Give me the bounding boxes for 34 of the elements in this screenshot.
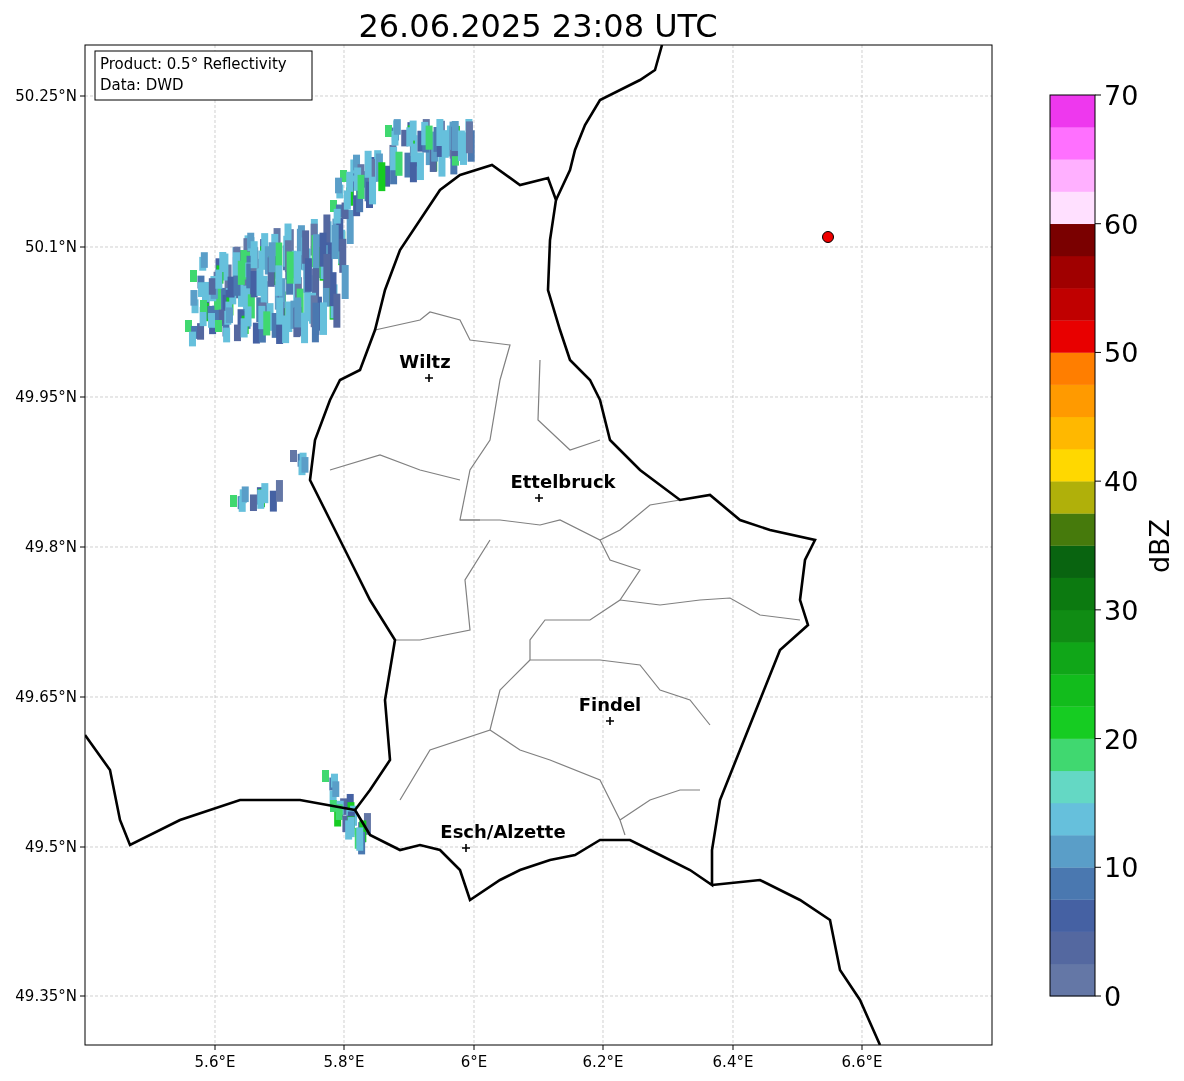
info-text: Data: DWD [100, 76, 184, 94]
latitude-label: 50.1°N [24, 238, 77, 256]
city-label: Findel [578, 694, 642, 715]
color-bar-label: 40 [1104, 466, 1139, 498]
chart-title: 26.06.2025 23:08 UTC [358, 7, 718, 45]
longitude-label: 5.6°E [194, 1053, 236, 1071]
longitude-label: 6.2°E [582, 1053, 624, 1071]
longitude-label: 6.4°E [712, 1053, 754, 1071]
radar-site-marker [822, 231, 834, 243]
city-marker [461, 843, 471, 853]
longitude-label: 6.6°E [841, 1053, 883, 1071]
latitude-label: 49.35°N [15, 987, 77, 1005]
latitude-label: 49.5°N [24, 838, 77, 856]
city-marker [534, 493, 544, 503]
color-bar-label: 10 [1104, 852, 1139, 884]
latitude-label: 49.65°N [15, 688, 77, 706]
city-label: Wiltz [399, 351, 451, 372]
city-marker [424, 373, 434, 383]
color-bar-label: 50 [1104, 337, 1139, 369]
info-text: Product: 0.5° Reflectivity [100, 55, 287, 73]
longitude-label: 6°E [460, 1053, 488, 1071]
latitude-label: 50.25°N [15, 87, 77, 105]
city-marker [605, 716, 615, 726]
color-bar-label: 0 [1104, 981, 1122, 1012]
color-bar-label: 20 [1104, 723, 1139, 755]
color-bar-label: 30 [1104, 594, 1139, 626]
city-label: Esch/Alzette [440, 821, 566, 842]
longitude-label: 5.8°E [323, 1053, 365, 1071]
color-bar-label: 70 [1104, 80, 1139, 111]
color-bar-label: 60 [1104, 208, 1139, 240]
latitude-label: 49.8°N [24, 538, 77, 556]
color-bar-title: dBZ [1144, 518, 1175, 574]
city-label: Ettelbruck [510, 471, 616, 492]
latitude-label: 49.95°N [15, 388, 77, 406]
